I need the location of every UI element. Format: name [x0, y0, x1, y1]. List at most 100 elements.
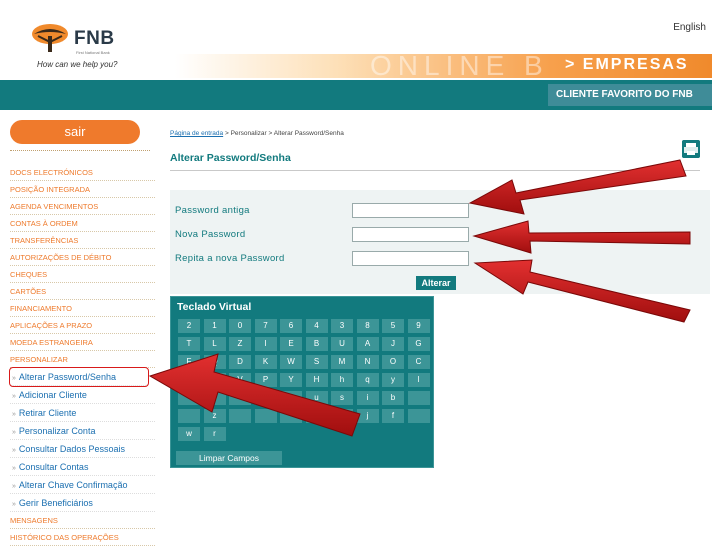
sidebar-item-cartoes[interactable]: CARTÕES — [10, 283, 155, 300]
sidebar-item-moeda[interactable]: MOEDA ESTRANGEIRA — [10, 334, 155, 351]
sidebar-item-cheques[interactable]: CHEQUES — [10, 266, 155, 283]
keyboard-key[interactable]: J — [382, 337, 404, 351]
keyboard-key[interactable]: A — [356, 337, 379, 351]
keyboard-key[interactable]: 6 — [280, 319, 302, 333]
keyboard-key[interactable]: 2 — [178, 319, 200, 333]
repeat-password-label: Repita a nova Password — [175, 253, 285, 264]
keyboard-key[interactable]: r — [203, 427, 226, 441]
sidebar-item-historico[interactable]: HISTÓRICO DAS OPERAÇÕES — [10, 529, 155, 546]
keyboard-key[interactable]: m — [280, 391, 302, 405]
sidebar-subitem-consultar-dados[interactable]: » Consultar Dados Pessoais — [10, 440, 155, 458]
sidebar-item-transferencias[interactable]: TRANSFERÊNCIAS — [10, 232, 155, 249]
keyboard-key[interactable]: 8 — [356, 319, 379, 333]
keyboard-key[interactable]: I — [254, 337, 277, 351]
bullet-icon: » — [12, 447, 16, 454]
keyboard-key[interactable] — [203, 373, 226, 387]
keyboard-key[interactable]: C — [407, 355, 430, 369]
sidebar-subitem-alterar-password[interactable]: » Alterar Password/Senha — [9, 367, 149, 387]
keyboard-key[interactable]: U — [331, 337, 353, 351]
old-password-input[interactable] — [352, 203, 469, 218]
keyboard-key[interactable] — [254, 391, 277, 405]
keyboard-key[interactable]: T — [178, 337, 200, 351]
sidebar-subitem-personalizar-conta[interactable]: » Personalizar Conta — [10, 422, 155, 440]
keyboard-key[interactable] — [407, 409, 430, 423]
keyboard-key[interactable] — [407, 391, 430, 405]
sidebar-subitem-consultar-contas[interactable]: » Consultar Contas — [10, 458, 155, 476]
submit-button[interactable]: Alterar — [416, 276, 456, 290]
breadcrumb-home-link[interactable]: Página de entrada — [170, 130, 223, 137]
keyboard-key[interactable] — [203, 391, 226, 405]
brand-name: FNB — [74, 28, 115, 49]
keyboard-key[interactable] — [178, 409, 200, 423]
keyboard-key[interactable] — [229, 391, 251, 405]
keyboard-key[interactable]: E — [280, 337, 302, 351]
keyboard-key[interactable]: H — [305, 373, 328, 387]
sidebar-item-agenda[interactable]: AGENDA VENCIMENTOS — [10, 198, 155, 215]
sidebar-item-autorizacoes[interactable]: AUTORIZAÇÕES DE DÉBITO — [10, 249, 155, 266]
keyboard-key[interactable]: P — [254, 373, 277, 387]
keyboard-key[interactable]: y — [382, 373, 404, 387]
keyboard-key[interactable]: w — [178, 427, 200, 441]
keyboard-key[interactable]: L — [203, 337, 226, 351]
keyboard-key[interactable]: h — [331, 373, 353, 387]
logout-button[interactable]: sair — [10, 120, 140, 144]
keyboard-key[interactable]: f — [382, 409, 404, 423]
section-label[interactable]: > EMPRESAS — [565, 56, 689, 74]
bullet-icon: » — [12, 375, 16, 382]
keyboard-key[interactable]: z — [203, 409, 226, 423]
sidebar-subitem-gerir-beneficiarios[interactable]: » Gerir Beneficiários — [10, 494, 155, 512]
keyboard-key[interactable]: 1 — [203, 319, 226, 333]
keyboard-key[interactable]: 3 — [331, 319, 353, 333]
keyboard-key[interactable]: j — [356, 409, 379, 423]
clear-fields-button[interactable]: Limpar Campos — [176, 451, 282, 465]
sidebar-item-mensagens[interactable]: MENSAGENS — [10, 512, 155, 529]
sidebar-item-financiamento[interactable]: FINANCIAMENTO — [10, 300, 155, 317]
new-password-input[interactable] — [352, 227, 469, 242]
sidebar-subitem-adicionar-cliente[interactable]: » Adicionar Cliente — [10, 386, 155, 404]
keyboard-key[interactable] — [305, 409, 328, 423]
keyboard-key[interactable]: u — [305, 391, 328, 405]
repeat-password-input[interactable] — [352, 251, 469, 266]
keyboard-key[interactable] — [254, 409, 277, 423]
keyboard-key[interactable]: 4 — [305, 319, 328, 333]
keyboard-key[interactable] — [280, 409, 302, 423]
sidebar-item-aplicacoes[interactable]: APLICAÇÕES A PRAZO — [10, 317, 155, 334]
keyboard-key[interactable]: 9 — [407, 319, 430, 333]
keyboard-key[interactable]: b — [382, 391, 404, 405]
keyboard-key[interactable]: 7 — [254, 319, 277, 333]
language-link[interactable]: English — [673, 22, 706, 33]
keyboard-key[interactable]: M — [331, 355, 353, 369]
keyboard-key[interactable]: Z — [229, 337, 251, 351]
sidebar-item-docs[interactable]: DOCS ELECTRÓNICOS — [10, 164, 155, 181]
keyboard-key[interactable]: Q — [203, 355, 226, 369]
sidebar-item-posicao[interactable]: POSIÇÃO INTEGRADA — [10, 181, 155, 198]
keyboard-key[interactable]: l — [407, 373, 430, 387]
keyboard-key[interactable]: q — [356, 373, 379, 387]
keyboard-key[interactable]: G — [407, 337, 430, 351]
sidebar-item-contas[interactable]: CONTAS À ORDEM — [10, 215, 155, 232]
keyboard-key[interactable]: s — [331, 391, 353, 405]
keyboard-key[interactable]: V — [229, 373, 251, 387]
sidebar-item-personalizar[interactable]: PERSONALIZAR — [10, 351, 155, 368]
keyboard-key[interactable] — [229, 409, 251, 423]
keyboard-key[interactable]: O — [382, 355, 404, 369]
keyboard-key[interactable]: D — [229, 355, 251, 369]
sidebar-subitem-retirar-cliente[interactable]: » Retirar Cliente — [10, 404, 155, 422]
keyboard-key[interactable] — [178, 373, 200, 387]
keyboard-key[interactable]: 5 — [382, 319, 404, 333]
keyboard-key[interactable]: K — [254, 355, 277, 369]
keyboard-key[interactable]: N — [356, 355, 379, 369]
print-icon[interactable] — [682, 140, 700, 158]
keyboard-key[interactable]: F — [178, 355, 200, 369]
sidebar-subitem-alterar-chave[interactable]: » Alterar Chave Confirmação — [10, 476, 155, 494]
tagline: How can we help you? — [37, 60, 118, 69]
bullet-icon: » — [12, 483, 16, 490]
keyboard-key[interactable]: Y — [280, 373, 302, 387]
keyboard-key[interactable]: B — [305, 337, 328, 351]
keyboard-key[interactable] — [178, 391, 200, 405]
keyboard-key[interactable]: 0 — [229, 319, 251, 333]
keyboard-key[interactable]: W — [280, 355, 302, 369]
keyboard-key[interactable]: a — [331, 409, 353, 423]
keyboard-key[interactable]: i — [356, 391, 379, 405]
keyboard-key[interactable]: S — [305, 355, 328, 369]
